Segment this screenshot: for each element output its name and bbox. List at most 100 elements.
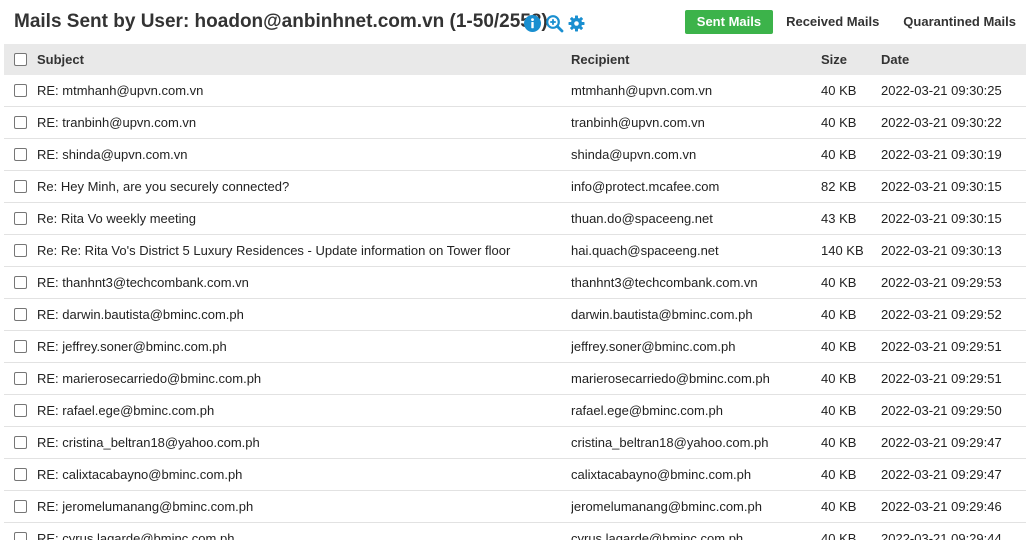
table-row[interactable]: RE: shinda@upvn.com.vn shinda@upvn.com.vn… — [4, 139, 1026, 171]
row-subject[interactable]: Re: Hey Minh, are you securely connected… — [37, 179, 571, 194]
row-subject[interactable]: Re: Rita Vo weekly meeting — [37, 211, 571, 226]
table-header: Subject Recipient Size Date — [4, 44, 1026, 75]
row-date: 2022-03-21 09:29:47 — [881, 435, 1002, 450]
row-checkbox[interactable] — [14, 340, 27, 353]
table-row[interactable]: Re: Re: Rita Vo's District 5 Luxury Resi… — [4, 235, 1026, 267]
row-subject[interactable]: Re: Re: Rita Vo's District 5 Luxury Resi… — [37, 243, 571, 258]
row-size: 40 KB — [821, 403, 857, 418]
zoom-in-icon[interactable] — [545, 14, 564, 33]
row-size: 82 KB — [821, 179, 857, 194]
row-checkbox-cell — [4, 468, 37, 481]
row-subject[interactable]: RE: calixtacabayno@bminc.com.ph — [37, 467, 571, 482]
select-all-checkbox[interactable] — [14, 53, 27, 66]
row-checkbox-cell — [4, 404, 37, 417]
row-subject[interactable]: RE: rafael.ege@bminc.com.ph — [37, 403, 571, 418]
row-date: 2022-03-21 09:30:22 — [881, 115, 1002, 130]
row-subject[interactable]: RE: darwin.bautista@bminc.com.ph — [37, 307, 571, 322]
row-size: 40 KB — [821, 499, 857, 514]
row-date: 2022-03-21 09:30:15 — [881, 179, 1002, 194]
row-subject[interactable]: RE: cyrus.lagarde@bminc.com.ph — [37, 531, 571, 540]
table-row[interactable]: RE: calixtacabayno@bminc.com.ph calixtaca… — [4, 459, 1026, 491]
mail-log-page: Mails Sent by User: hoadon@anbinhnet.com… — [0, 0, 1028, 540]
row-checkbox[interactable] — [14, 276, 27, 289]
row-checkbox[interactable] — [14, 404, 27, 417]
column-header-subject[interactable]: Subject — [37, 52, 571, 67]
row-checkbox-cell — [4, 436, 37, 449]
row-checkbox[interactable] — [14, 436, 27, 449]
row-checkbox[interactable] — [14, 244, 27, 257]
row-recipient: hai.quach@spaceeng.net — [571, 243, 719, 258]
row-subject[interactable]: RE: tranbinh@upvn.com.vn — [37, 115, 571, 130]
row-date: 2022-03-21 09:30:19 — [881, 147, 1002, 162]
row-recipient: cristina_beltran18@yahoo.com.ph — [571, 435, 769, 450]
row-checkbox-cell — [4, 212, 37, 225]
row-checkbox-cell — [4, 500, 37, 513]
row-checkbox[interactable] — [14, 468, 27, 481]
gear-icon[interactable] — [567, 14, 586, 33]
row-recipient: tranbinh@upvn.com.vn — [571, 115, 705, 130]
table-row[interactable]: Re: Rita Vo weekly meeting thuan.do@space… — [4, 203, 1026, 235]
column-header-size[interactable]: Size — [821, 52, 881, 67]
row-checkbox-cell — [4, 84, 37, 97]
row-checkbox[interactable] — [14, 308, 27, 321]
row-subject[interactable]: RE: jeromelumanang@bminc.com.ph — [37, 499, 571, 514]
row-checkbox[interactable] — [14, 84, 27, 97]
row-checkbox-cell — [4, 148, 37, 161]
tab-received-mails[interactable]: Received Mails — [774, 10, 891, 34]
row-checkbox-cell — [4, 532, 37, 540]
table-row[interactable]: RE: mtmhanh@upvn.com.vn mtmhanh@upvn.com.… — [4, 75, 1026, 107]
row-recipient: thanhnt3@techcombank.com.vn — [571, 275, 758, 290]
row-checkbox[interactable] — [14, 532, 27, 540]
table-body: RE: mtmhanh@upvn.com.vn mtmhanh@upvn.com.… — [4, 75, 1026, 540]
row-date: 2022-03-21 09:29:47 — [881, 467, 1002, 482]
row-checkbox[interactable] — [14, 212, 27, 225]
page-header: Mails Sent by User: hoadon@anbinhnet.com… — [0, 0, 1028, 44]
row-recipient: info@protect.mcafee.com — [571, 179, 720, 194]
header-checkbox-cell — [4, 53, 37, 66]
table-row[interactable]: RE: darwin.bautista@bminc.com.ph darwin.b… — [4, 299, 1026, 331]
row-checkbox[interactable] — [14, 372, 27, 385]
table-row[interactable]: Re: Hey Minh, are you securely connected… — [4, 171, 1026, 203]
table-row[interactable]: RE: thanhnt3@techcombank.com.vn thanhnt3@… — [4, 267, 1026, 299]
row-size: 40 KB — [821, 531, 857, 540]
table-row[interactable]: RE: cristina_beltran18@yahoo.com.ph crist… — [4, 427, 1026, 459]
column-header-date[interactable]: Date — [881, 52, 1026, 67]
table-row[interactable]: RE: jeffrey.soner@bminc.com.ph jeffrey.so… — [4, 331, 1026, 363]
row-date: 2022-03-21 09:29:53 — [881, 275, 1002, 290]
tab-quarantined-mails[interactable]: Quarantined Mails — [891, 10, 1028, 34]
row-date: 2022-03-21 09:29:46 — [881, 499, 1002, 514]
row-checkbox[interactable] — [14, 148, 27, 161]
row-recipient: calixtacabayno@bminc.com.ph — [571, 467, 752, 482]
row-checkbox-cell — [4, 116, 37, 129]
row-subject[interactable]: RE: mtmhanh@upvn.com.vn — [37, 83, 571, 98]
table-row[interactable]: RE: marierosecarriedo@bminc.com.ph marier… — [4, 363, 1026, 395]
row-subject[interactable]: RE: thanhnt3@techcombank.com.vn — [37, 275, 571, 290]
table-row[interactable]: RE: cyrus.lagarde@bminc.com.ph cyrus.laga… — [4, 523, 1026, 540]
table-row[interactable]: RE: rafael.ege@bminc.com.ph rafael.ege@bm… — [4, 395, 1026, 427]
row-date: 2022-03-21 09:29:51 — [881, 371, 1002, 386]
row-date: 2022-03-21 09:29:50 — [881, 403, 1002, 418]
row-size: 140 KB — [821, 243, 864, 258]
row-size: 43 KB — [821, 211, 857, 226]
row-checkbox-cell — [4, 372, 37, 385]
info-icon[interactable] — [523, 14, 542, 33]
column-header-recipient[interactable]: Recipient — [571, 52, 821, 67]
row-checkbox-cell — [4, 276, 37, 289]
row-date: 2022-03-21 09:30:15 — [881, 211, 1002, 226]
row-subject[interactable]: RE: shinda@upvn.com.vn — [37, 147, 571, 162]
row-subject[interactable]: RE: jeffrey.soner@bminc.com.ph — [37, 339, 571, 354]
table-row[interactable]: RE: tranbinh@upvn.com.vn tranbinh@upvn.co… — [4, 107, 1026, 139]
row-size: 40 KB — [821, 307, 857, 322]
row-checkbox-cell — [4, 340, 37, 353]
row-checkbox[interactable] — [14, 116, 27, 129]
table-row[interactable]: RE: jeromelumanang@bminc.com.ph jeromelum… — [4, 491, 1026, 523]
row-recipient: shinda@upvn.com.vn — [571, 147, 697, 162]
row-checkbox[interactable] — [14, 180, 27, 193]
mail-type-tabs: Sent Mails Received Mails Quarantined Ma… — [684, 10, 1028, 34]
row-recipient: mtmhanh@upvn.com.vn — [571, 83, 713, 98]
row-checkbox-cell — [4, 244, 37, 257]
row-subject[interactable]: RE: marierosecarriedo@bminc.com.ph — [37, 371, 571, 386]
row-checkbox[interactable] — [14, 500, 27, 513]
row-subject[interactable]: RE: cristina_beltran18@yahoo.com.ph — [37, 435, 571, 450]
tab-sent-mails[interactable]: Sent Mails — [684, 10, 774, 34]
